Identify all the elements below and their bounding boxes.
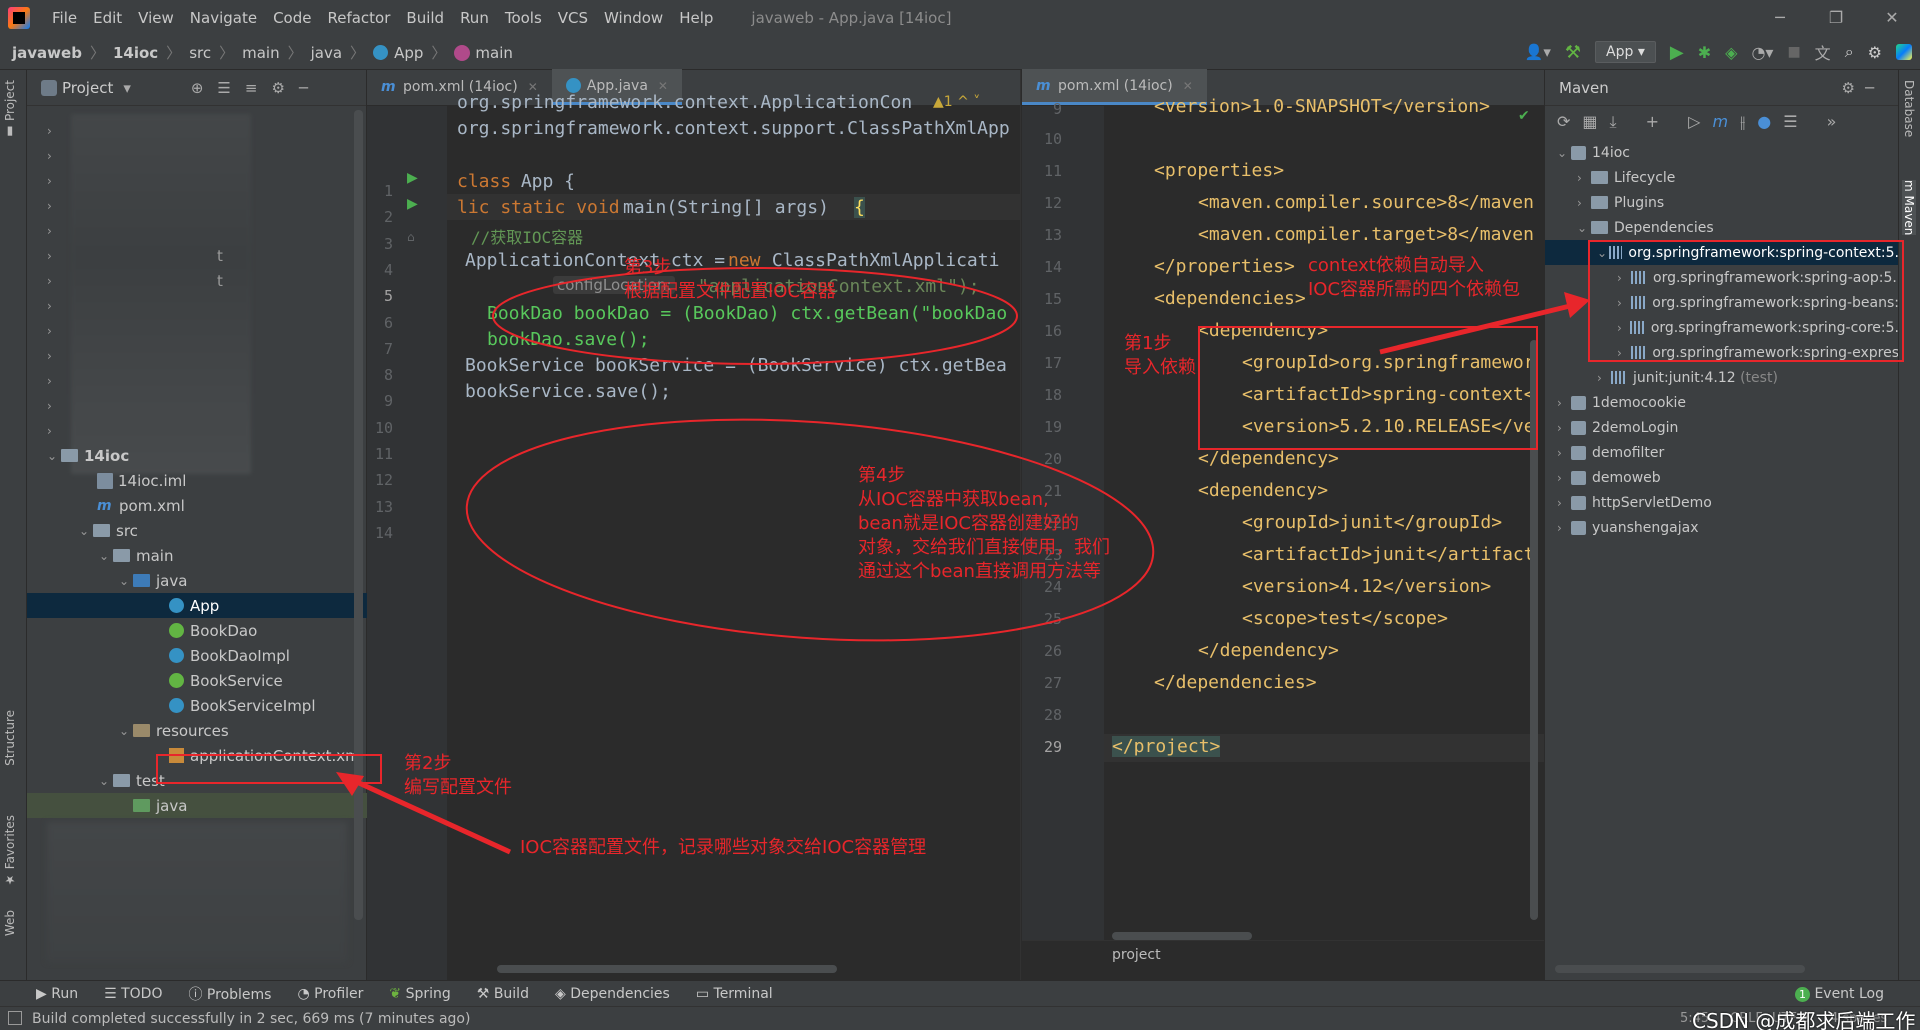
annotation-arrow-deps: [1379, 303, 1571, 355]
annotation-ellipse-step4: [465, 418, 1155, 642]
annotation-drawings: [336, 267, 1590, 855]
annotation-arrowhead-deps: [1564, 292, 1590, 318]
annotation-ellipse-step3: [492, 267, 1018, 365]
annotation-arrow-config: [346, 775, 512, 855]
